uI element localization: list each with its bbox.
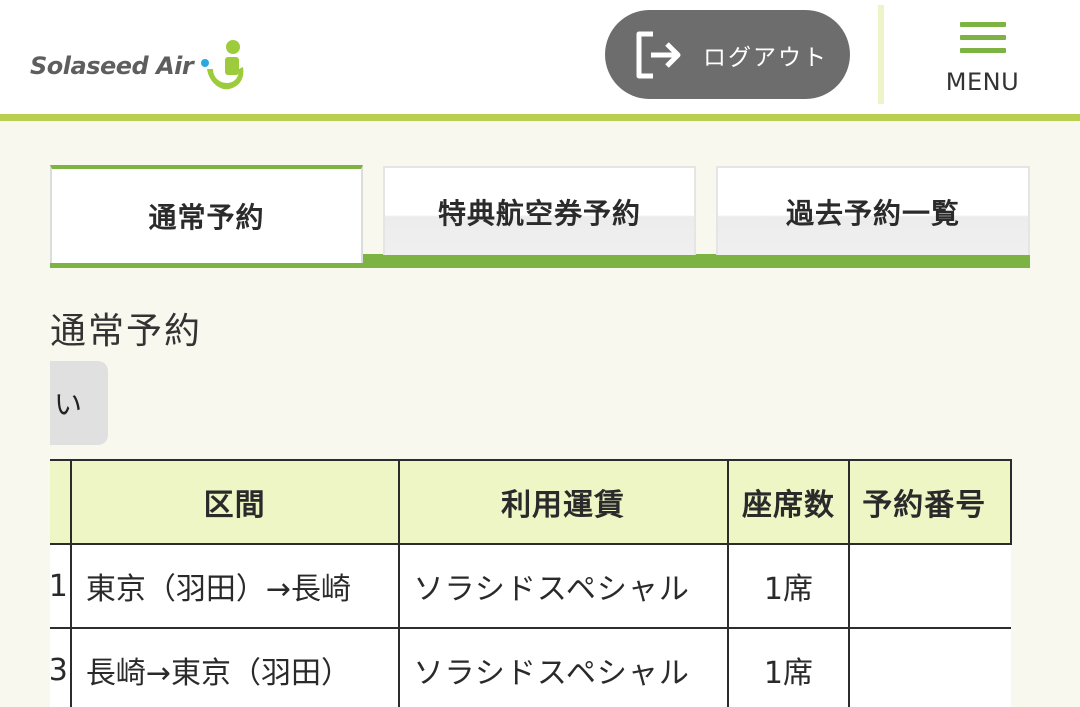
column-header-fare: 利用運賃 [397,459,729,545]
column-header-index [50,459,72,545]
logout-button[interactable]: ログアウト [605,10,850,99]
header-divider [878,5,884,104]
partial-button[interactable]: い [50,361,108,445]
reservation-table: 区間 利用運賃 座席数 予約番号 1 東京（羽田）→長崎 ソラシドスペシャル 1… [50,459,1012,707]
reservation-table-container: 区間 利用運賃 座席数 予約番号 1 東京（羽田）→長崎 ソラシドスペシャル 1… [50,459,1030,707]
partial-button-label: い [54,388,83,421]
row-reservation-number [848,544,1011,629]
hamburger-menu-icon [960,22,1006,56]
row-route: 長崎→東京（羽田） [69,627,400,707]
logo-text: Solaseed Air [30,52,194,80]
menu-button[interactable]: MENU [935,22,1035,102]
row-fare: ソラシドスペシャル [397,543,729,629]
logo-mark-icon [201,40,244,90]
solaseed-air-logo[interactable]: Solaseed Air [30,38,251,94]
table-row: 3 長崎→東京（羽田） ソラシドスペシャル 1席 [50,627,1011,707]
table-row: 1 東京（羽田）→長崎 ソラシドスペシャル 1席 [50,543,1011,629]
row-index: 3 [50,627,72,707]
row-seats: 1席 [726,627,851,707]
header-rule [0,114,1080,121]
row-reservation-number [848,628,1011,707]
tab-award-ticket-reservation[interactable]: 特典航空券予約 [383,166,696,255]
tab-past-reservations[interactable]: 過去予約一覧 [716,166,1030,255]
logout-icon [636,31,681,78]
page-title: 通常予約 [50,311,203,352]
logout-label: ログアウト [703,44,828,71]
reservation-tabs: 通常予約 特典航空券予約 過去予約一覧 [50,165,1030,269]
site-header: Solaseed Air ログアウト MENU [0,0,1080,114]
table-header-row: 区間 利用運賃 座席数 予約番号 [50,459,1012,545]
column-header-reservation-number: 予約番号 [848,459,1012,545]
row-seats: 1席 [726,543,851,629]
column-header-route: 区間 [69,459,400,545]
row-route: 東京（羽田）→長崎 [69,543,400,629]
row-index: 1 [50,543,72,629]
menu-label: MENU [945,68,1020,96]
tab-normal-reservation[interactable]: 通常予約 [50,165,363,263]
column-header-seats: 座席数 [726,459,851,545]
row-fare: ソラシドスペシャル [397,627,729,707]
